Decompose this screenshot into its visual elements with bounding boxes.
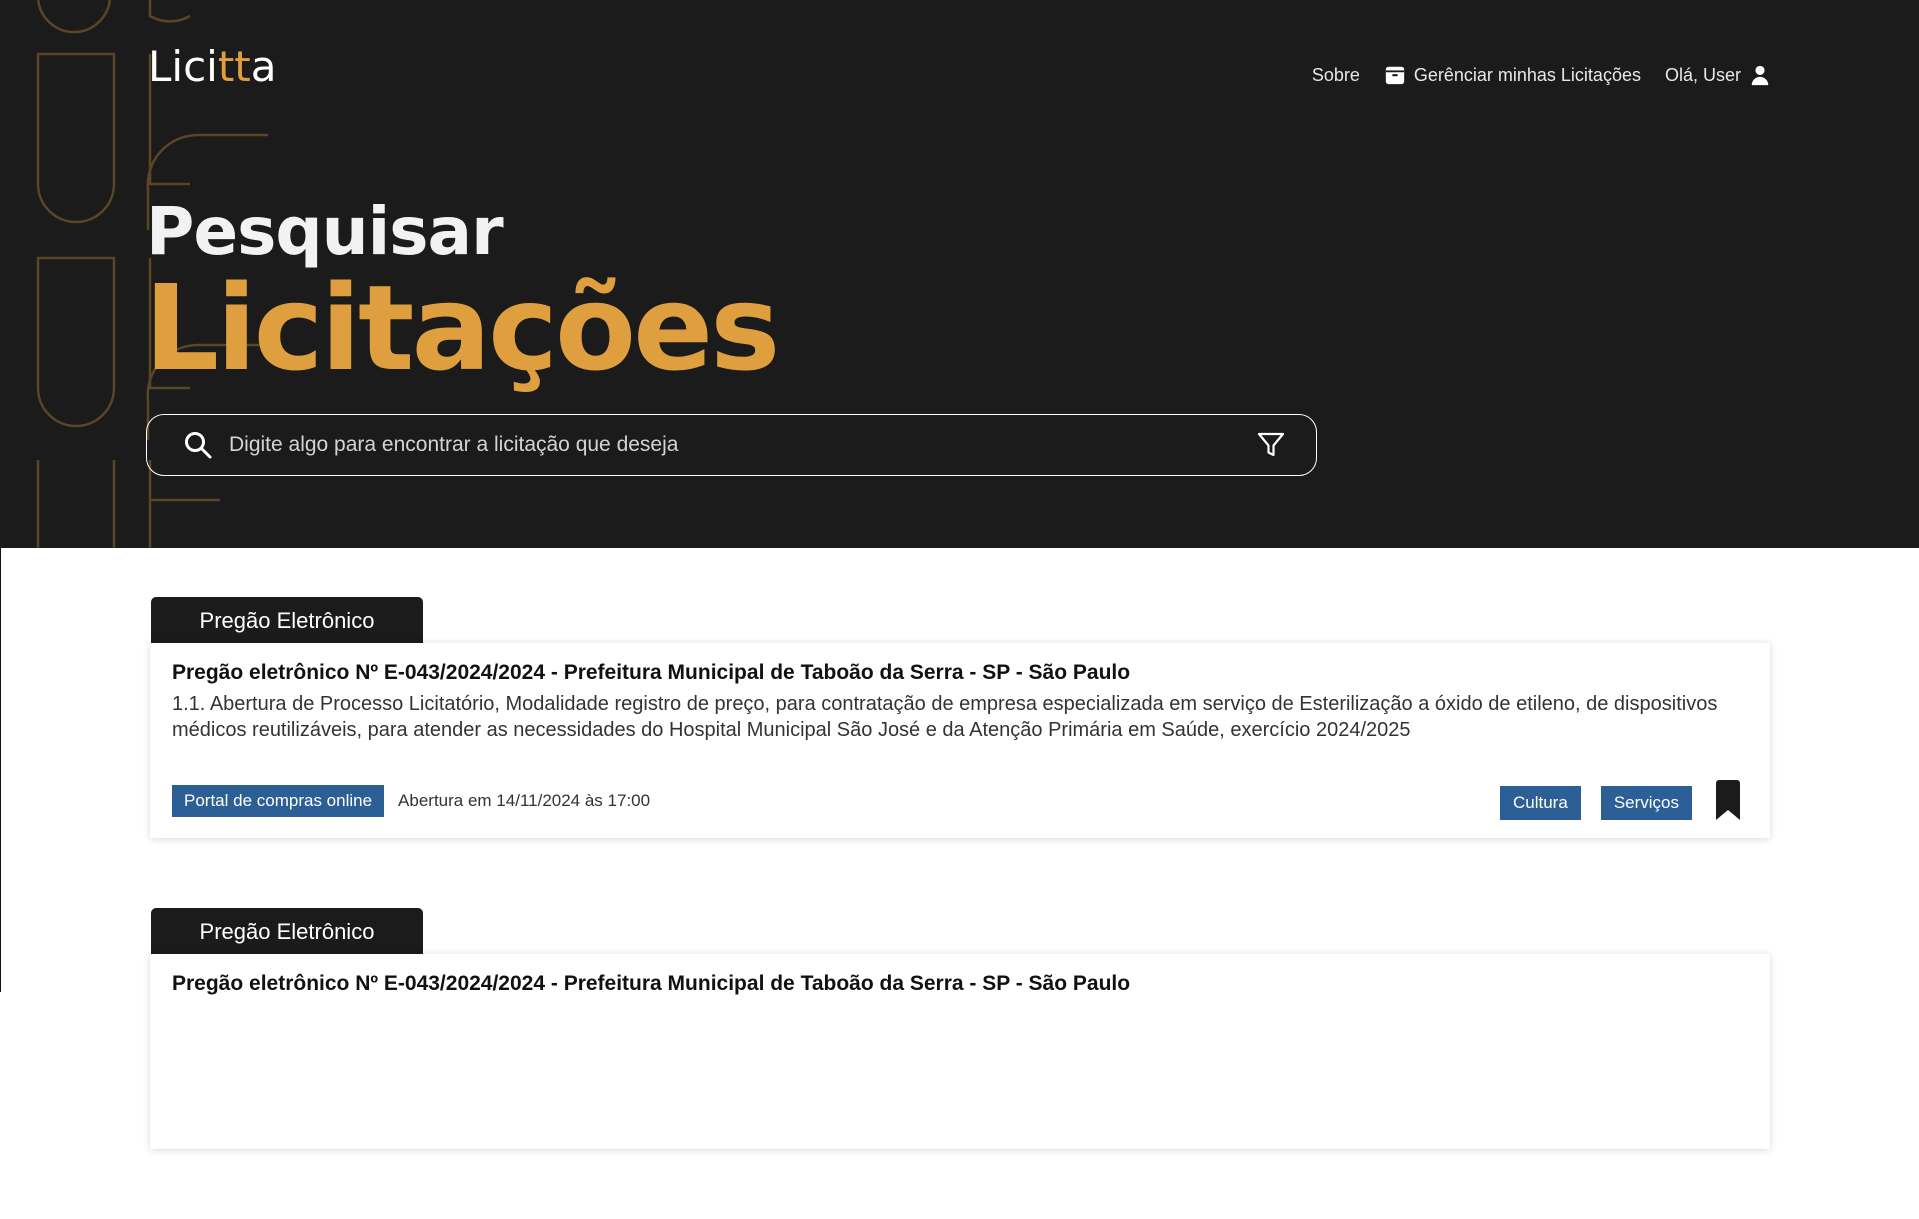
top-nav: Sobre Gerênciar minhas Licitações Olá, U… [1312, 62, 1771, 88]
nav-greeting-label: Olá, User [1664, 64, 1741, 85]
page-title-line2: Licitações [144, 259, 780, 397]
bookmark-icon[interactable] [1714, 780, 1742, 822]
logo-text-suffix: a [250, 42, 277, 91]
category-tag[interactable]: Serviços [1600, 786, 1692, 820]
result-card[interactable]: Pregão eletrônico Nº E-043/2024/2024 - P… [150, 643, 1770, 838]
result-title[interactable]: Pregão eletrônico Nº E-043/2024/2024 - P… [172, 968, 1742, 1000]
search-bar [146, 414, 1317, 476]
result-description: 1.1. Abertura de Processo Licitatório, M… [172, 693, 1718, 741]
result-card[interactable]: Pregão eletrônico Nº E-043/2024/2024 - P… [150, 954, 1770, 1149]
results-list: Pregão Eletrônico Pregão eletrônico Nº E… [150, 597, 1770, 1219]
opening-date: Abertura em 14/11/2024 às 17:00 [398, 791, 651, 810]
filter-icon[interactable] [1256, 430, 1286, 460]
category-tag[interactable]: Cultura [1500, 786, 1581, 820]
logo-text-prefix: Lici [148, 42, 218, 91]
box-icon [1385, 66, 1405, 85]
logo-text-accent: tt [217, 42, 251, 91]
result-item: Pregão Eletrônico Pregão eletrônico Nº E… [150, 597, 1770, 908]
nav-user-menu[interactable]: Olá, User [1665, 64, 1771, 86]
modality-tab: Pregão Eletrônico [151, 908, 423, 956]
portal-badge[interactable]: Portal de compras online [172, 785, 385, 817]
search-icon [185, 432, 212, 459]
user-icon [1751, 65, 1769, 86]
result-footer: Portal de compras online Abertura em 14/… [172, 780, 1742, 822]
result-title[interactable]: Pregão eletrônico Nº E-043/2024/2024 - P… [172, 657, 1742, 689]
nav-about-link[interactable]: Sobre [1312, 65, 1360, 86]
nav-manage-link[interactable]: Gerênciar minhas Licitações [1384, 64, 1641, 86]
nav-manage-label: Gerênciar minhas Licitações [1413, 64, 1641, 85]
left-border [0, 548, 1, 992]
modality-tab: Pregão Eletrônico [151, 597, 423, 645]
search-input[interactable] [229, 425, 1256, 465]
nav-about-label: Sobre [1311, 64, 1360, 85]
hero-section: Licitta Sobre Gerênciar minhas Licitaçõe… [0, 0, 1919, 548]
logo[interactable]: Licitta [148, 44, 277, 90]
result-item: Pregão Eletrônico Pregão eletrônico Nº E… [150, 908, 1770, 1219]
